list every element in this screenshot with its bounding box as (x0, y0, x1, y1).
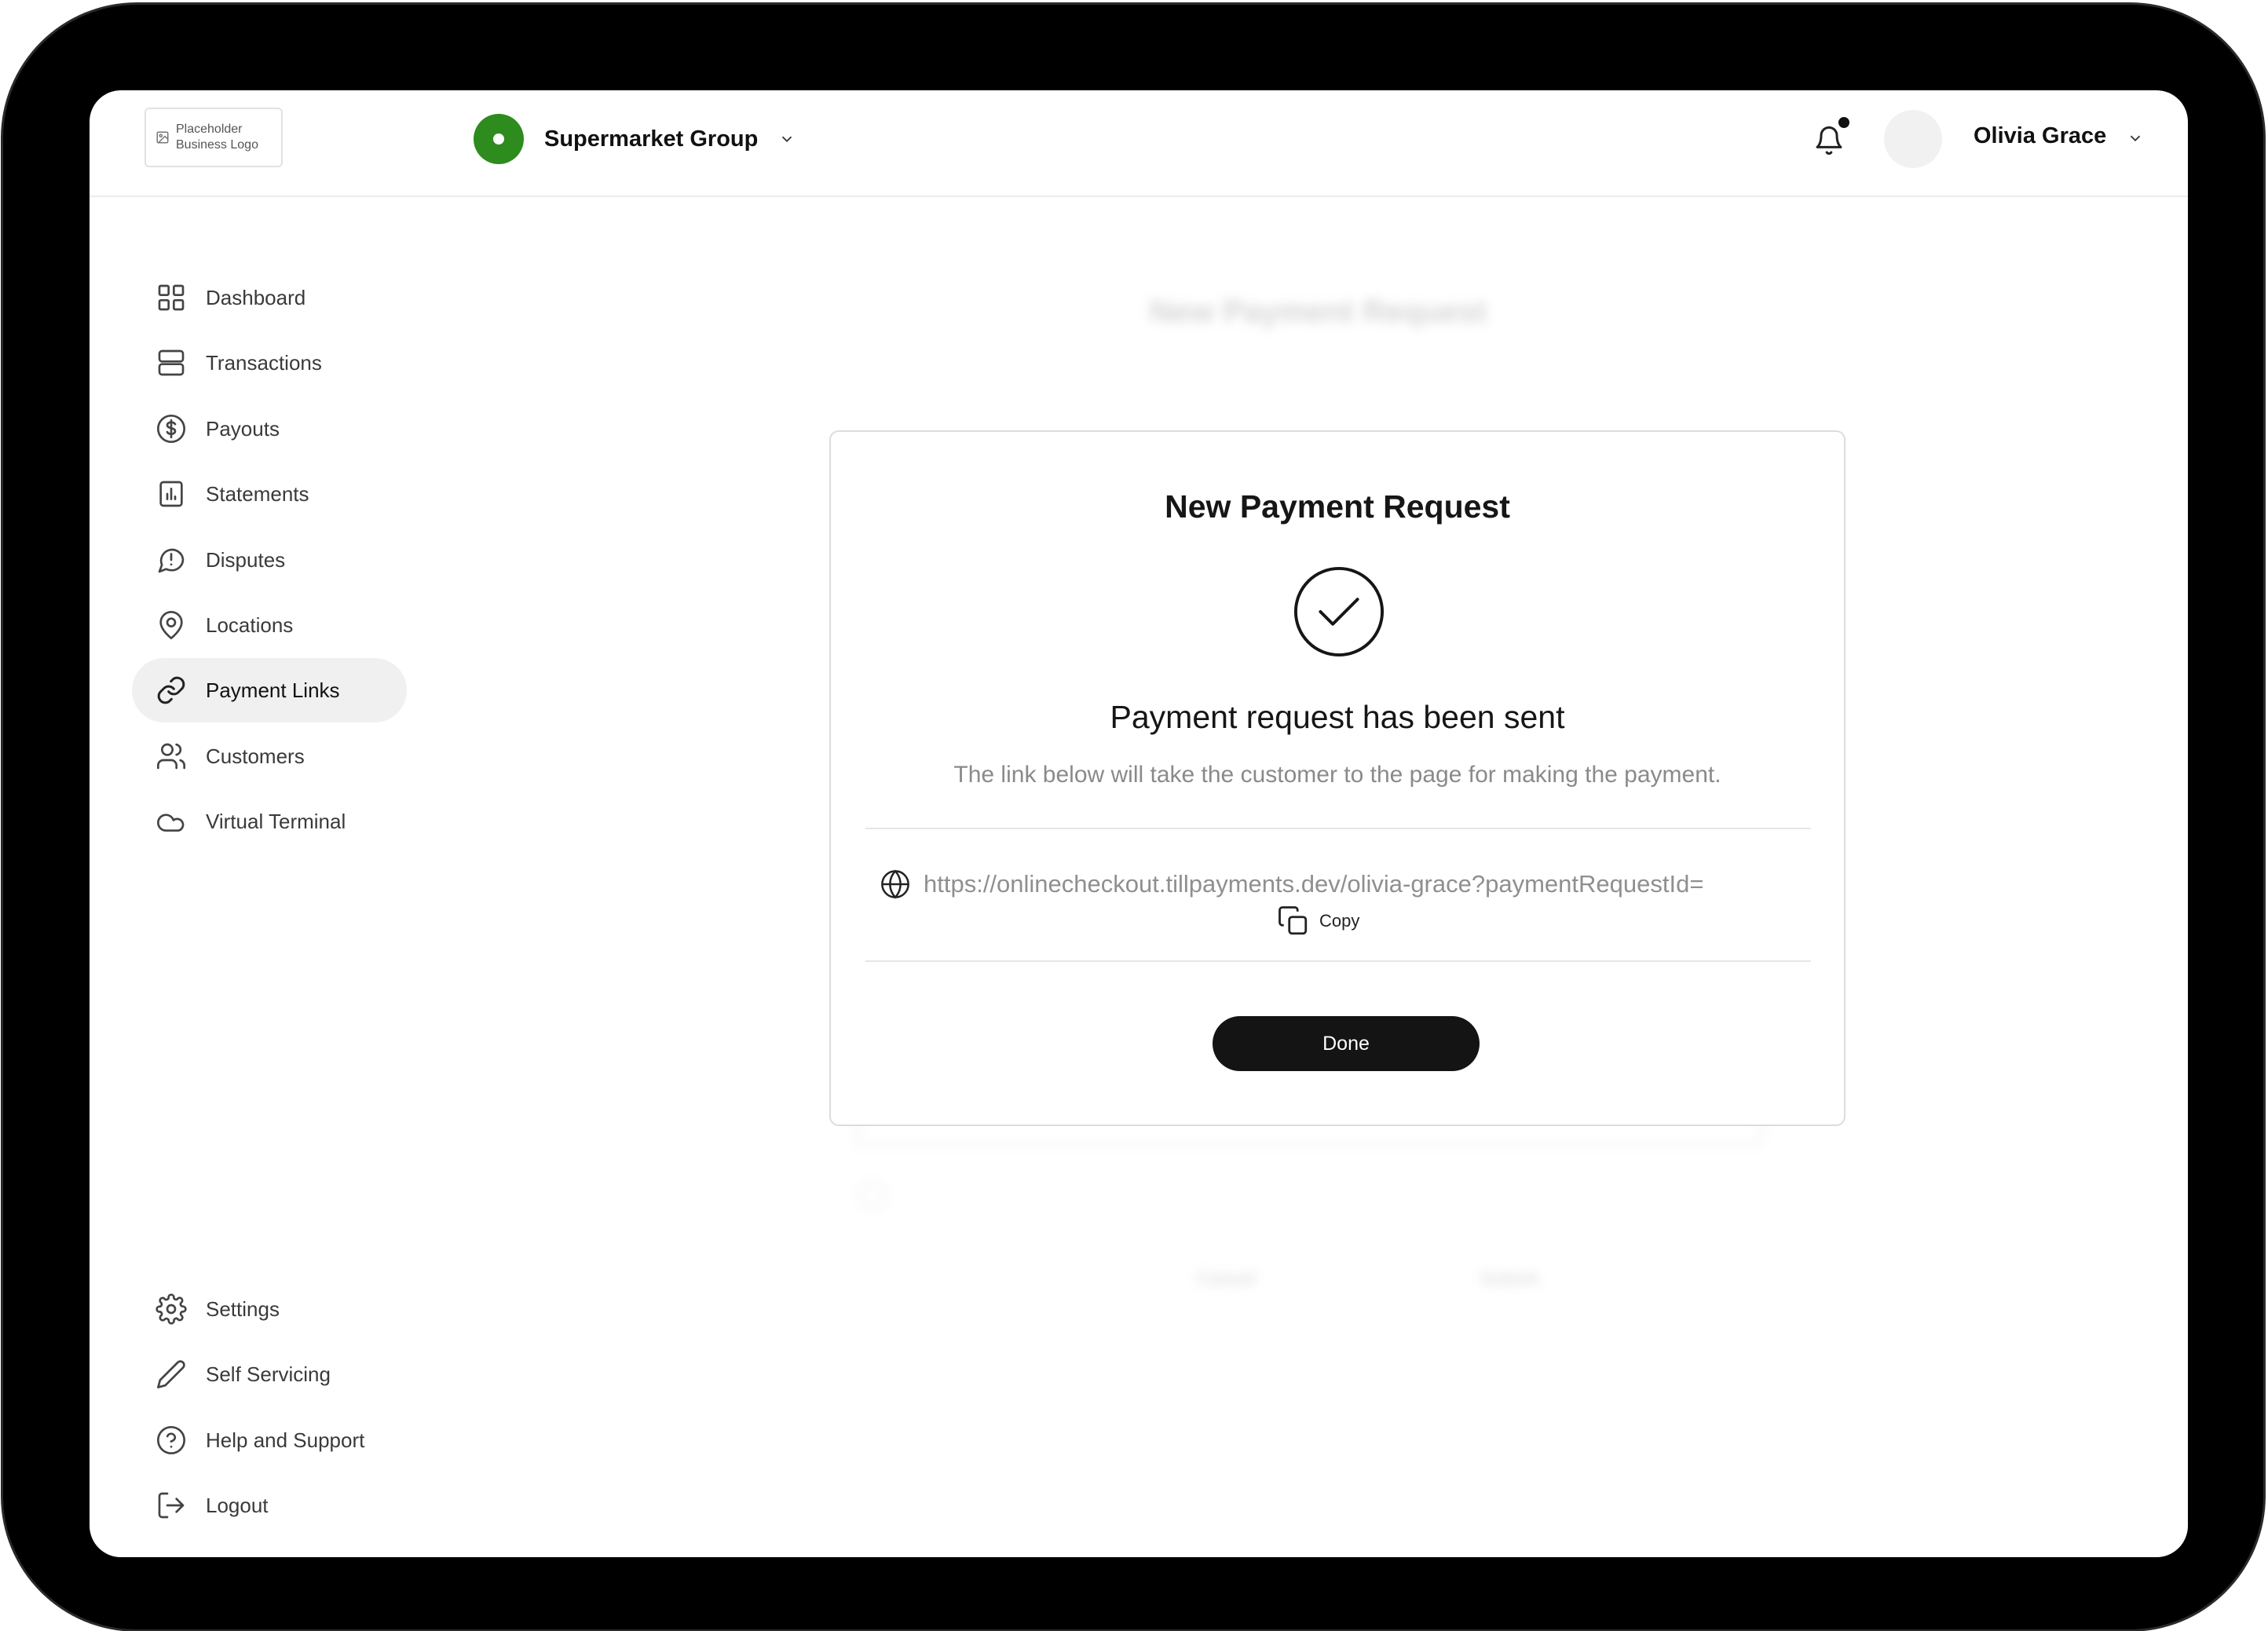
sidebar-item-label: Settings (206, 1296, 280, 1321)
sidebar-item-label: Logout (206, 1493, 269, 1517)
payment-link-row: https://onlinecheckout.tillpayments.dev/… (880, 869, 1703, 900)
copy-icon (1278, 906, 1308, 935)
sidebar-item-self-servicing[interactable]: Self Servicing (132, 1342, 407, 1406)
user-name[interactable]: Olivia Grace (1974, 123, 2106, 149)
sidebar-item-dashboard[interactable]: Dashboard (132, 265, 407, 330)
sidebar-item-label: Self Servicing (206, 1362, 331, 1386)
top-header: Placeholder Business Logo Supermarket Gr… (90, 90, 2188, 197)
sidebar-item-label: Transactions (206, 350, 322, 375)
app-screen: Placeholder Business Logo Supermarket Gr… (90, 90, 2188, 1557)
merchant-group-avatar (474, 114, 524, 164)
sidebar-item-label: Payouts (206, 416, 280, 441)
status-description: The link below will take the customer to… (953, 762, 1721, 788)
merchant-group-name: Supermarket Group (544, 126, 759, 152)
sidebar-item-disputes[interactable]: Disputes (132, 528, 407, 592)
users-icon (157, 743, 186, 770)
dollar-circle-icon (157, 415, 185, 443)
background-form-checkbox (859, 1182, 886, 1209)
payment-request-sent-modal: New Payment Request Payment request has … (829, 430, 1845, 1126)
grid-icon (158, 284, 185, 311)
sidebar-item-label: Help and Support (206, 1428, 365, 1452)
notification-badge (1838, 117, 1849, 128)
sidebar-item-label: Disputes (206, 547, 286, 572)
chevron-down-icon (782, 136, 792, 143)
merchant-group-selector[interactable]: Supermarket Group (474, 114, 796, 164)
sidebar-item-logout[interactable]: Logout (132, 1473, 407, 1538)
sidebar-item-label: Payment Links (206, 678, 340, 702)
background-form-title: New Payment Request (1150, 294, 1487, 329)
logo-text-line-1: Placeholder (176, 123, 243, 136)
sidebar-item-statements[interactable]: Statements (132, 462, 407, 526)
gear-icon (155, 1293, 187, 1325)
sidebar-item-customers[interactable]: Customers (132, 724, 407, 788)
sidebar-item-payment-links[interactable]: Payment Links (132, 658, 407, 722)
help-circle-icon (157, 1426, 185, 1454)
server-icon (158, 349, 185, 376)
sidebar-item-locations[interactable]: Locations (132, 593, 407, 657)
logout-icon (158, 1492, 185, 1519)
copy-link-button[interactable]: Copy (1277, 905, 1359, 938)
map-pin-icon (159, 611, 183, 640)
logo-text-line-2: Business Logo (176, 138, 258, 152)
pencil-icon (157, 1360, 185, 1388)
background-submit-button: Submit (1480, 1268, 1538, 1289)
divider (865, 960, 1811, 962)
globe-icon (881, 869, 909, 899)
sidebar-item-settings[interactable]: Settings (132, 1277, 407, 1341)
status-title: Payment request has been sent (1110, 699, 1565, 735)
sidebar-item-payouts[interactable]: Payouts (132, 397, 407, 461)
tablet-frame: Placeholder Business Logo Supermarket Gr… (3, 5, 2263, 1629)
modal-title: New Payment Request (1165, 488, 1510, 525)
sidebar-item-label: Customers (206, 744, 305, 768)
sidebar-item-label: Virtual Terminal (206, 809, 346, 833)
background-cancel-button: Cancel (1197, 1268, 1256, 1289)
bar-chart-icon (159, 481, 183, 507)
chevron-down-icon[interactable] (2127, 130, 2144, 147)
sidebar-item-label: Locations (206, 613, 294, 637)
bell-icon[interactable] (1813, 123, 1845, 158)
sidebar-item-transactions[interactable]: Transactions (132, 331, 407, 395)
sidebar-item-label: Dashboard (206, 285, 306, 309)
sidebar-item-help-and-support[interactable]: Help and Support (132, 1408, 407, 1472)
sidebar-item-virtual-terminal[interactable]: Virtual Terminal (132, 789, 407, 854)
message-alert-icon (158, 548, 185, 573)
cloud-icon (157, 814, 185, 832)
copy-label: Copy (1319, 911, 1360, 931)
avatar[interactable] (1884, 110, 1942, 168)
done-button[interactable]: Done (1213, 1016, 1480, 1071)
sidebar-item-label: Statements (206, 481, 309, 506)
logo-text: Placeholder Business Logo (176, 122, 258, 153)
business-logo[interactable]: Placeholder Business Logo (144, 108, 283, 167)
check-circle-icon (1293, 566, 1385, 657)
payment-link-url[interactable]: https://onlinecheckout.tillpayments.dev/… (924, 870, 1703, 898)
link-icon (157, 676, 185, 704)
divider (865, 828, 1811, 829)
image-icon (156, 131, 169, 144)
